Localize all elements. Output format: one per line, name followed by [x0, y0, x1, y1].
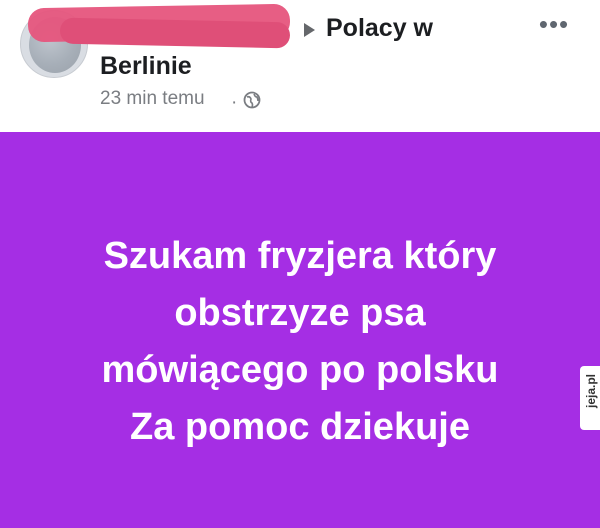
- separator-dot: ·: [231, 92, 238, 113]
- group-name[interactable]: Polacy w: [326, 14, 433, 43]
- watermark-text: jeja.pl: [584, 374, 598, 409]
- post-timestamp[interactable]: 23 min temu: [100, 88, 205, 110]
- redacted-author-name-overlay: [59, 17, 291, 49]
- post-text: Szukam fryzjera który obstrzyze psa mówi…: [101, 235, 499, 448]
- group-name-continued[interactable]: Berlinie: [100, 52, 192, 81]
- post-header: Polacy w Berlinie ••• 23 min temu ·: [0, 0, 600, 132]
- globe-icon: [243, 91, 261, 109]
- post-body: Szukam fryzjera który obstrzyze psa mówi…: [0, 132, 600, 528]
- more-options-icon[interactable]: •••: [536, 11, 572, 42]
- right-arrow-icon: [304, 23, 315, 37]
